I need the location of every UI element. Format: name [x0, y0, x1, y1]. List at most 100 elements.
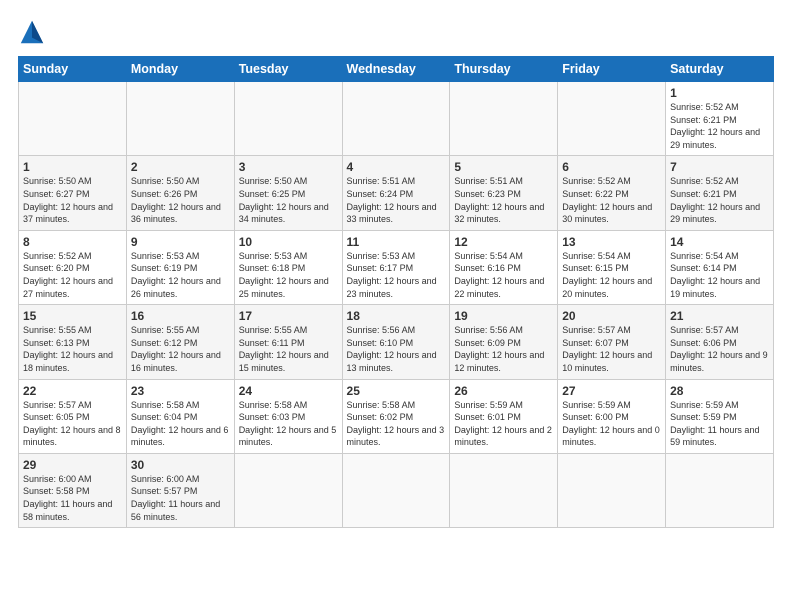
- calendar-cell: [558, 453, 666, 527]
- calendar-cell: 4Sunrise: 5:51 AMSunset: 6:24 PMDaylight…: [342, 156, 450, 230]
- calendar-cell: 11 Sunrise: 5:53 AMSunset: 6:17 PMDayligh…: [342, 230, 450, 304]
- day-number: 23: [131, 384, 230, 398]
- calendar-cell: 21 Sunrise: 5:57 AMSunset: 6:06 PMDayligh…: [666, 305, 774, 379]
- calendar-cell: 24Sunrise: 5:58 AMSunset: 6:03 PMDayligh…: [234, 379, 342, 453]
- day-info: Sunrise: 5:52 AMSunset: 6:22 PMDaylight:…: [562, 176, 652, 224]
- calendar-cell: 3Sunrise: 5:50 AMSunset: 6:25 PMDaylight…: [234, 156, 342, 230]
- day-number: 16: [131, 309, 230, 323]
- calendar-header-monday: Monday: [126, 57, 234, 82]
- day-number: 5: [454, 160, 553, 174]
- day-info: Sunrise: 5:57 AMSunset: 6:07 PMDaylight:…: [562, 325, 652, 373]
- day-number: 29: [23, 458, 122, 472]
- day-info: Sunrise: 5:58 AMSunset: 6:03 PMDaylight:…: [239, 400, 337, 448]
- calendar-cell: [558, 82, 666, 156]
- day-number: 26: [454, 384, 553, 398]
- day-number: 2: [131, 160, 230, 174]
- day-info: Sunrise: 6:00 AMSunset: 5:57 PMDaylight:…: [131, 474, 220, 522]
- day-number: 1: [670, 86, 769, 100]
- day-number: 27: [562, 384, 661, 398]
- calendar-week-4: 15 Sunrise: 5:55 AMSunset: 6:13 PMDayligh…: [19, 305, 774, 379]
- calendar-week-6: 29 Sunrise: 6:00 AMSunset: 5:58 PMDayligh…: [19, 453, 774, 527]
- calendar-week-5: 22Sunrise: 5:57 AMSunset: 6:05 PMDayligh…: [19, 379, 774, 453]
- day-info: Sunrise: 5:51 AMSunset: 6:23 PMDaylight:…: [454, 176, 544, 224]
- calendar-cell: 12Sunrise: 5:54 AMSunset: 6:16 PMDayligh…: [450, 230, 558, 304]
- day-info: Sunrise: 5:52 AMSunset: 6:21 PMDaylight:…: [670, 102, 760, 150]
- day-info: Sunrise: 5:53 AMSunset: 6:19 PMDaylight:…: [131, 251, 221, 299]
- day-info: Sunrise: 5:58 AMSunset: 6:02 PMDaylight:…: [347, 400, 445, 448]
- calendar-cell: 30 Sunrise: 6:00 AMSunset: 5:57 PMDayligh…: [126, 453, 234, 527]
- calendar-cell: 2 Sunrise: 5:50 AMSunset: 6:26 PMDaylight…: [126, 156, 234, 230]
- day-info: Sunrise: 6:00 AMSunset: 5:58 PMDaylight:…: [23, 474, 112, 522]
- calendar-header-wednesday: Wednesday: [342, 57, 450, 82]
- calendar-header-thursday: Thursday: [450, 57, 558, 82]
- calendar-cell: 9 Sunrise: 5:53 AMSunset: 6:19 PMDaylight…: [126, 230, 234, 304]
- day-number: 8: [23, 235, 122, 249]
- calendar-cell: 8 Sunrise: 5:52 AMSunset: 6:20 PMDaylight…: [19, 230, 127, 304]
- day-number: 3: [239, 160, 338, 174]
- day-number: 7: [670, 160, 769, 174]
- calendar-cell: 7 Sunrise: 5:52 AMSunset: 6:21 PMDaylight…: [666, 156, 774, 230]
- day-number: 13: [562, 235, 661, 249]
- day-info: Sunrise: 5:58 AMSunset: 6:04 PMDaylight:…: [131, 400, 229, 448]
- day-info: Sunrise: 5:57 AMSunset: 6:05 PMDaylight:…: [23, 400, 121, 448]
- day-number: 28: [670, 384, 769, 398]
- calendar-cell: 23 Sunrise: 5:58 AMSunset: 6:04 PMDayligh…: [126, 379, 234, 453]
- day-info: Sunrise: 5:53 AMSunset: 6:18 PMDaylight:…: [239, 251, 329, 299]
- calendar-cell: [342, 82, 450, 156]
- logo: [18, 18, 48, 46]
- day-info: Sunrise: 5:54 AMSunset: 6:14 PMDaylight:…: [670, 251, 760, 299]
- day-number: 21: [670, 309, 769, 323]
- day-info: Sunrise: 5:55 AMSunset: 6:13 PMDaylight:…: [23, 325, 113, 373]
- day-number: 9: [131, 235, 230, 249]
- day-info: Sunrise: 5:59 AMSunset: 6:01 PMDaylight:…: [454, 400, 552, 448]
- calendar-cell: [126, 82, 234, 156]
- calendar: SundayMondayTuesdayWednesdayThursdayFrid…: [18, 56, 774, 528]
- day-number: 25: [347, 384, 446, 398]
- calendar-cell: [234, 453, 342, 527]
- calendar-header-row: SundayMondayTuesdayWednesdayThursdayFrid…: [19, 57, 774, 82]
- day-info: Sunrise: 5:55 AMSunset: 6:12 PMDaylight:…: [131, 325, 221, 373]
- calendar-cell: [666, 453, 774, 527]
- calendar-cell: 20 Sunrise: 5:57 AMSunset: 6:07 PMDayligh…: [558, 305, 666, 379]
- day-number: 19: [454, 309, 553, 323]
- calendar-cell: 18 Sunrise: 5:56 AMSunset: 6:10 PMDayligh…: [342, 305, 450, 379]
- calendar-cell: [450, 453, 558, 527]
- day-info: Sunrise: 5:56 AMSunset: 6:10 PMDaylight:…: [347, 325, 437, 373]
- calendar-cell: 27 Sunrise: 5:59 AMSunset: 6:00 PMDayligh…: [558, 379, 666, 453]
- day-number: 12: [454, 235, 553, 249]
- day-number: 20: [562, 309, 661, 323]
- day-number: 17: [239, 309, 338, 323]
- calendar-cell: [450, 82, 558, 156]
- calendar-cell: 6 Sunrise: 5:52 AMSunset: 6:22 PMDaylight…: [558, 156, 666, 230]
- day-number: 6: [562, 160, 661, 174]
- day-info: Sunrise: 5:55 AMSunset: 6:11 PMDaylight:…: [239, 325, 329, 373]
- calendar-cell: [342, 453, 450, 527]
- calendar-cell: 15 Sunrise: 5:55 AMSunset: 6:13 PMDayligh…: [19, 305, 127, 379]
- day-number: 15: [23, 309, 122, 323]
- calendar-cell: 19Sunrise: 5:56 AMSunset: 6:09 PMDayligh…: [450, 305, 558, 379]
- calendar-week-3: 8 Sunrise: 5:52 AMSunset: 6:20 PMDaylight…: [19, 230, 774, 304]
- calendar-cell: 25 Sunrise: 5:58 AMSunset: 6:02 PMDayligh…: [342, 379, 450, 453]
- calendar-cell: 14 Sunrise: 5:54 AMSunset: 6:14 PMDayligh…: [666, 230, 774, 304]
- day-info: Sunrise: 5:59 AMSunset: 5:59 PMDaylight:…: [670, 400, 759, 448]
- day-number: 10: [239, 235, 338, 249]
- day-number: 18: [347, 309, 446, 323]
- day-info: Sunrise: 5:52 AMSunset: 6:20 PMDaylight:…: [23, 251, 113, 299]
- calendar-cell: 13 Sunrise: 5:54 AMSunset: 6:15 PMDayligh…: [558, 230, 666, 304]
- day-number: 30: [131, 458, 230, 472]
- day-info: Sunrise: 5:59 AMSunset: 6:00 PMDaylight:…: [562, 400, 660, 448]
- calendar-cell: [19, 82, 127, 156]
- day-info: Sunrise: 5:53 AMSunset: 6:17 PMDaylight:…: [347, 251, 437, 299]
- day-info: Sunrise: 5:50 AMSunset: 6:26 PMDaylight:…: [131, 176, 221, 224]
- day-info: Sunrise: 5:54 AMSunset: 6:15 PMDaylight:…: [562, 251, 652, 299]
- day-info: Sunrise: 5:57 AMSunset: 6:06 PMDaylight:…: [670, 325, 768, 373]
- calendar-cell: 5 Sunrise: 5:51 AMSunset: 6:23 PMDaylight…: [450, 156, 558, 230]
- calendar-cell: 10 Sunrise: 5:53 AMSunset: 6:18 PMDayligh…: [234, 230, 342, 304]
- calendar-week-2: 1Sunrise: 5:50 AMSunset: 6:27 PMDaylight…: [19, 156, 774, 230]
- day-number: 11: [347, 235, 446, 249]
- calendar-header-tuesday: Tuesday: [234, 57, 342, 82]
- calendar-cell: 22Sunrise: 5:57 AMSunset: 6:05 PMDayligh…: [19, 379, 127, 453]
- day-number: 14: [670, 235, 769, 249]
- day-info: Sunrise: 5:52 AMSunset: 6:21 PMDaylight:…: [670, 176, 760, 224]
- calendar-cell: 26 Sunrise: 5:59 AMSunset: 6:01 PMDayligh…: [450, 379, 558, 453]
